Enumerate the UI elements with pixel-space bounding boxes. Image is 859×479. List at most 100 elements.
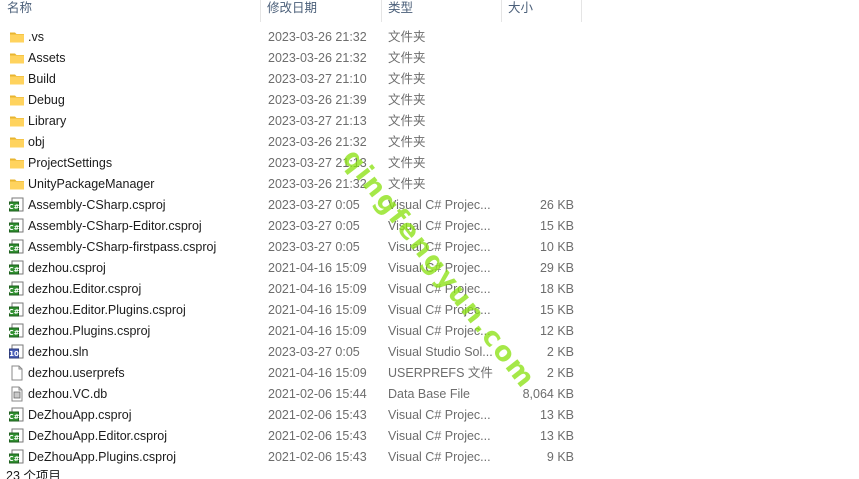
column-header-size[interactable]: 大小 xyxy=(502,0,582,22)
file-row[interactable]: C# Assembly-CSharp.csproj 2023-03-27 0:05 V… xyxy=(0,195,600,216)
file-list: .vs 2023-03-26 21:32 文件夹 Assets 2023-03-26 2… xyxy=(0,27,600,468)
file-row[interactable]: Library 2023-03-27 21:13 文件夹 xyxy=(0,111,600,132)
column-header-type[interactable]: 类型 xyxy=(382,0,502,22)
file-type: 文件夹 xyxy=(388,156,426,170)
file-size: 29 KB xyxy=(539,261,574,275)
file-type: USERPREFS 文件 xyxy=(388,366,493,380)
column-header-date-modified[interactable]: 修改日期 xyxy=(261,0,382,22)
svg-text:C#: C# xyxy=(9,413,20,421)
file-name: Assembly-CSharp.csproj xyxy=(28,198,166,212)
csproj-icon: C# xyxy=(8,218,25,234)
file-name: DeZhouApp.Plugins.csproj xyxy=(28,450,176,464)
file-date-modified: 2023-03-27 21:13 xyxy=(268,114,367,128)
file-date-modified: 2021-04-16 15:09 xyxy=(268,303,367,317)
file-name: Assembly-CSharp-Editor.csproj xyxy=(28,219,202,233)
file-name: Build xyxy=(28,72,56,86)
file-type: Visual C# Projec... xyxy=(388,240,491,254)
file-date-modified: 2023-03-27 21:10 xyxy=(268,72,367,86)
file-date-modified: 2023-03-26 21:32 xyxy=(268,135,367,149)
file-type: Visual C# Projec... xyxy=(388,450,491,464)
file-date-modified: 2021-02-06 15:44 xyxy=(268,387,367,401)
file-name: Library xyxy=(28,114,67,128)
file-date-modified: 2023-03-26 21:32 xyxy=(268,30,367,44)
file-row[interactable]: obj 2023-03-26 21:32 文件夹 xyxy=(0,132,600,153)
file-date-modified: 2023-03-27 0:05 xyxy=(268,345,360,359)
file-name: dezhou.VC.db xyxy=(28,387,108,401)
file-type: Visual C# Projec... xyxy=(388,219,491,233)
svg-text:C#: C# xyxy=(9,308,20,316)
file-name: Assets xyxy=(28,51,66,65)
file-row[interactable]: C# dezhou.Editor.csproj 2021-04-16 15:09 Vi… xyxy=(0,279,600,300)
file-type: 文件夹 xyxy=(388,135,426,149)
file-type: Visual C# Projec... xyxy=(388,408,491,422)
file-name: dezhou.Editor.Plugins.csproj xyxy=(28,303,186,317)
file-name: Debug xyxy=(28,93,65,107)
file-type: Visual Studio Sol... xyxy=(388,345,493,359)
file-row[interactable]: C# dezhou.Plugins.csproj 2021-04-16 15:09 V… xyxy=(0,321,600,342)
file-size: 2 KB xyxy=(546,366,574,380)
file-row[interactable]: dezhou.userprefs 2021-04-16 15:09 USERPREF… xyxy=(0,363,600,384)
file-name: dezhou.sln xyxy=(28,345,89,359)
file-row[interactable]: .vs 2023-03-26 21:32 文件夹 xyxy=(0,27,600,48)
csproj-icon: C# xyxy=(8,281,25,297)
file-row[interactable]: C# Assembly-CSharp-Editor.csproj 2023-03-2… xyxy=(0,216,600,237)
file-row[interactable]: UnityPackageManager 2023-03-26 21:32 文件夹 xyxy=(0,174,600,195)
file-date-modified: 2023-03-26 21:32 xyxy=(268,51,367,65)
column-header-name[interactable]: 名称 xyxy=(0,0,261,22)
file-date-modified: 2023-03-27 21:13 xyxy=(268,156,367,170)
file-size: 13 KB xyxy=(539,429,574,443)
file-row[interactable]: C# Assembly-CSharp-firstpass.csproj 2023-0… xyxy=(0,237,600,258)
folder-icon xyxy=(9,29,25,45)
file-date-modified: 2023-03-26 21:39 xyxy=(268,93,367,107)
file-name: ProjectSettings xyxy=(28,156,113,170)
file-size: 2 KB xyxy=(546,345,574,359)
folder-icon xyxy=(9,92,25,108)
csproj-icon: C# xyxy=(8,239,25,255)
file-row[interactable]: C# dezhou.csproj 2021-04-16 15:09 Visual C#… xyxy=(0,258,600,279)
file-explorer: 名称 修改日期 类型 大小 .vs 2023-03-26 21:32 文件夹 Asse… xyxy=(0,0,859,479)
csproj-icon: C# xyxy=(8,428,25,444)
file-type: 文件夹 xyxy=(388,30,426,44)
file-date-modified: 2021-02-06 15:43 xyxy=(268,408,367,422)
db-file-icon xyxy=(9,386,25,402)
file-row[interactable]: Build 2023-03-27 21:10 文件夹 xyxy=(0,69,600,90)
file-date-modified: 2023-03-27 0:05 xyxy=(268,198,360,212)
folder-icon xyxy=(9,113,25,129)
file-row[interactable]: ProjectSettings 2023-03-27 21:13 文件夹 xyxy=(0,153,600,174)
file-row[interactable]: C# DeZhouApp.csproj 2021-02-06 15:43 Visual… xyxy=(0,405,600,426)
sln-icon: 10 xyxy=(9,344,25,360)
file-date-modified: 2021-02-06 15:43 xyxy=(268,429,367,443)
file-date-modified: 2021-04-16 15:09 xyxy=(268,324,367,338)
svg-text:C#: C# xyxy=(9,224,20,232)
file-date-modified: 2021-04-16 15:09 xyxy=(268,282,367,296)
svg-text:C#: C# xyxy=(9,245,20,253)
file-name: UnityPackageManager xyxy=(28,177,155,191)
csproj-icon: C# xyxy=(8,197,25,213)
file-row[interactable]: Assets 2023-03-26 21:32 文件夹 xyxy=(0,48,600,69)
file-date-modified: 2021-04-16 15:09 xyxy=(268,261,367,275)
file-type: 文件夹 xyxy=(388,93,426,107)
file-type: Visual C# Projec... xyxy=(388,324,491,338)
file-row[interactable]: 10 dezhou.sln 2023-03-27 0:05 Visual Studio… xyxy=(0,342,600,363)
file-type: Visual C# Projec... xyxy=(388,282,491,296)
file-date-modified: 2021-02-06 15:43 xyxy=(268,450,367,464)
folder-icon xyxy=(9,155,25,171)
file-row[interactable]: C# DeZhouApp.Editor.csproj 2021-02-06 15:4… xyxy=(0,426,600,447)
file-size: 13 KB xyxy=(539,408,574,422)
folder-icon xyxy=(9,50,25,66)
file-type: 文件夹 xyxy=(388,72,426,86)
file-row[interactable]: C# dezhou.Editor.Plugins.csproj 2021-04-16… xyxy=(0,300,600,321)
file-type: Data Base File xyxy=(388,387,470,401)
svg-text:C#: C# xyxy=(9,266,20,274)
status-item-count: 23 个项目 xyxy=(6,469,61,479)
file-icon xyxy=(9,365,25,381)
svg-text:C#: C# xyxy=(9,455,20,463)
svg-text:C#: C# xyxy=(9,329,20,337)
file-row[interactable]: C# DeZhouApp.Plugins.csproj 2021-02-06 15:… xyxy=(0,447,600,468)
file-row[interactable]: Debug 2023-03-26 21:39 文件夹 xyxy=(0,90,600,111)
folder-icon xyxy=(9,176,25,192)
file-size: 10 KB xyxy=(539,240,574,254)
file-size: 18 KB xyxy=(539,282,574,296)
file-row[interactable]: dezhou.VC.db 2021-02-06 15:44 Data Base Fi… xyxy=(0,384,600,405)
file-type: Visual C# Projec... xyxy=(388,198,491,212)
